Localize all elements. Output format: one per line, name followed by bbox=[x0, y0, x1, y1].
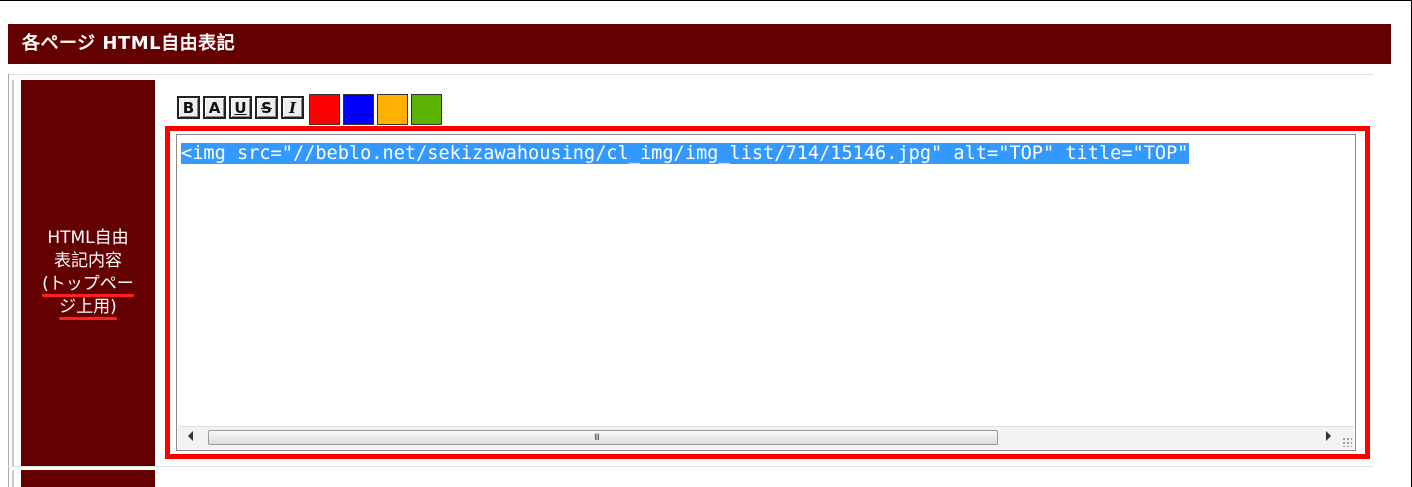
top-border bbox=[0, 0, 1412, 1]
strikethrough-button[interactable]: S bbox=[255, 96, 278, 119]
horizontal-scrollbar[interactable]: III bbox=[178, 426, 1354, 449]
section-header: 各ページ HTML自由表記 bbox=[8, 24, 1391, 64]
color-blue-button[interactable] bbox=[343, 94, 374, 125]
field-label-cell: HTML自由 表記内容 (トップペー ジ上用) bbox=[21, 80, 155, 466]
format-toolbar: B A U S I bbox=[177, 94, 442, 125]
color-orange-button[interactable] bbox=[377, 94, 408, 125]
color-green-button[interactable] bbox=[411, 94, 442, 125]
row-divider-top bbox=[8, 74, 1374, 75]
scrollbar-thumb[interactable]: III bbox=[208, 430, 998, 445]
selected-text: <img src="//beblo.net/sekizawahousing/cl… bbox=[181, 143, 1189, 164]
field-label-line1: HTML自由 bbox=[47, 228, 129, 248]
resize-grip-icon[interactable] bbox=[1342, 437, 1352, 447]
field-label: HTML自由 表記内容 (トップペー ジ上用) bbox=[38, 227, 138, 319]
table-left-edge-next bbox=[12, 470, 14, 487]
next-field-label-cell bbox=[21, 470, 155, 487]
scroll-right-arrow-icon[interactable] bbox=[1326, 431, 1331, 441]
scroll-left-arrow-icon[interactable] bbox=[188, 431, 193, 441]
table-left-edge-inner bbox=[12, 80, 14, 466]
section-title: 各ページ HTML自由表記 bbox=[22, 33, 236, 54]
field-note-line1: (トップペー bbox=[42, 274, 134, 294]
italic-button[interactable]: I bbox=[281, 96, 304, 119]
scrollbar-grip: III bbox=[594, 433, 600, 443]
table-left-edge bbox=[8, 74, 9, 487]
color-red-button[interactable] bbox=[309, 94, 340, 125]
font-button[interactable]: A bbox=[203, 96, 226, 119]
field-label-line2: 表記内容 bbox=[54, 251, 122, 271]
underline-button[interactable]: U bbox=[229, 96, 252, 119]
field-note-line2: ジ上用) bbox=[59, 297, 117, 317]
row-divider-bottom bbox=[8, 466, 1374, 467]
editor-content-line[interactable]: <img src="//beblo.net/sekizawahousing/cl… bbox=[181, 140, 1351, 167]
bold-button[interactable]: B bbox=[177, 96, 200, 119]
html-editor-textarea[interactable]: <img src="//beblo.net/sekizawahousing/cl… bbox=[176, 134, 1356, 451]
